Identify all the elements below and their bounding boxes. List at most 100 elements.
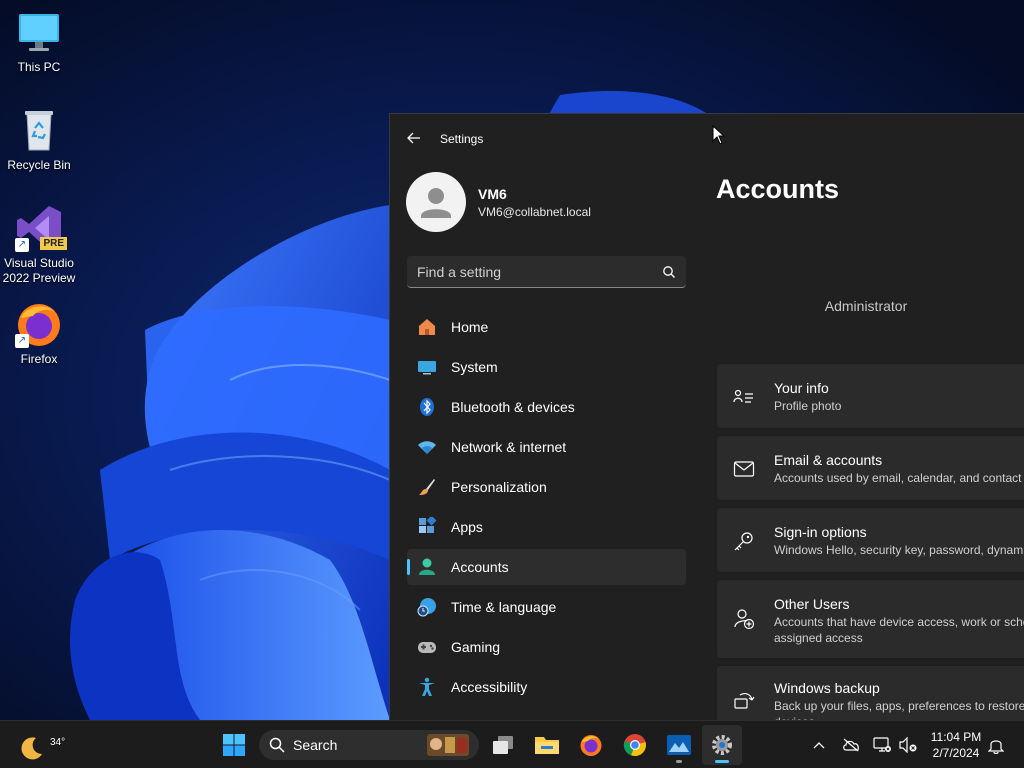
sidebar-item-label: System <box>451 359 498 375</box>
desktop-icon-label: Firefox <box>20 352 58 366</box>
sidebar-item-apps[interactable]: Apps <box>407 509 686 545</box>
recycle-bin-icon <box>15 106 63 154</box>
avatar[interactable] <box>406 172 466 232</box>
your-info-icon <box>733 389 753 403</box>
desktop-icon-label: Visual Studio 2022 Preview <box>2 256 76 285</box>
gear-icon <box>712 735 732 755</box>
desktop-icon-firefox[interactable]: ↗ Firefox <box>1 300 77 367</box>
sidebar-item-bluetooth[interactable]: Bluetooth & devices <box>407 389 686 425</box>
card-subtitle: Accounts that have device access, work o… <box>774 615 1024 645</box>
sidebar-item-personalization[interactable]: Personalization <box>407 469 686 505</box>
gamepad-icon <box>417 637 437 657</box>
accounts-icon <box>417 557 437 577</box>
sidebar-item-time-language[interactable]: Time & language <box>407 589 686 625</box>
sidebar-item-label: Personalization <box>451 479 547 495</box>
firefox-icon: ↗ <box>15 300 63 348</box>
firefox-taskbar-button[interactable] <box>571 725 611 765</box>
card-subtitle: Profile photo <box>774 399 842 413</box>
preview-badge: PRE <box>40 237 67 250</box>
notifications-button[interactable] <box>986 735 1006 755</box>
back-arrow-icon[interactable] <box>406 130 422 146</box>
volume-muted-icon <box>899 737 917 753</box>
wifi-icon <box>417 437 437 457</box>
folder-icon <box>535 737 559 754</box>
search-input[interactable] <box>417 263 662 280</box>
onedrive-tray-icon[interactable] <box>841 735 861 755</box>
add-user-icon <box>734 609 755 630</box>
mouse-cursor-icon <box>712 125 726 145</box>
user-profile[interactable]: VM6 VM6@collabnet.local <box>406 172 686 232</box>
brush-icon <box>417 477 437 497</box>
show-hidden-icons-button[interactable] <box>809 735 829 755</box>
bell-icon <box>988 740 1004 754</box>
system-icon <box>417 357 437 377</box>
volume-tray-icon[interactable] <box>898 735 918 755</box>
sidebar-nav: Home System Bluetooth & devices Network … <box>407 309 686 709</box>
card-title: Your info <box>774 380 829 396</box>
sidebar-item-label: Accessibility <box>451 679 528 695</box>
shortcut-arrow-icon: ↗ <box>15 334 29 348</box>
clock-time: 11:04 PM <box>930 730 982 744</box>
card-title: Other Users <box>774 596 850 612</box>
sidebar-item-label: Gaming <box>451 639 501 655</box>
sidebar-item-network[interactable]: Network & internet <box>407 429 686 465</box>
card-email-accounts[interactable]: Email & accounts Accounts used by email,… <box>716 435 1024 501</box>
task-view-button[interactable] <box>483 725 523 765</box>
search-icon[interactable] <box>662 265 676 279</box>
chevron-up-icon <box>813 742 825 749</box>
weather-widget[interactable]: 34° <box>18 729 65 761</box>
title-bar[interactable]: Settings <box>390 114 1024 164</box>
card-title: Sign-in options <box>774 524 867 540</box>
card-subtitle: Accounts used by email, calendar, and co… <box>774 471 1022 485</box>
photos-taskbar-button[interactable] <box>659 725 699 765</box>
desktop-icon-this-pc[interactable]: This PC <box>1 8 77 75</box>
sidebar-item-accounts[interactable]: Accounts <box>407 549 686 585</box>
sidebar-item-label: Apps <box>451 519 483 535</box>
task-view-icon <box>493 736 513 754</box>
globe-clock-icon <box>417 597 437 617</box>
user-email: VM6@collabnet.local <box>478 205 591 219</box>
apps-icon <box>417 517 437 537</box>
clock-date: 2/7/2024 <box>932 746 980 760</box>
sidebar-item-label: Time & language <box>451 599 557 615</box>
moon-icon <box>21 737 42 760</box>
user-name: VM6 <box>478 186 507 202</box>
sidebar-item-system[interactable]: System <box>407 349 686 385</box>
file-explorer-button[interactable] <box>527 725 567 765</box>
taskbar-search[interactable]: Search <box>259 730 479 760</box>
firefox-icon <box>580 735 602 756</box>
mail-icon <box>733 461 755 477</box>
sidebar-item-home[interactable]: Home <box>407 309 686 345</box>
card-other-users[interactable]: Other Users Accounts that have device ac… <box>716 579 1024 659</box>
card-subtitle: Windows Hello, security key, password, d… <box>774 543 1024 557</box>
network-tray-icon[interactable] <box>872 735 892 755</box>
weather-temperature: 34° <box>50 737 66 748</box>
chrome-taskbar-button[interactable] <box>615 725 655 765</box>
taskbar-clock[interactable]: 11:04 PM 2/7/2024 <box>924 729 988 761</box>
accessibility-icon <box>417 677 437 697</box>
sidebar-item-gaming[interactable]: Gaming <box>407 629 686 665</box>
home-icon <box>417 317 437 337</box>
settings-taskbar-button[interactable] <box>702 725 742 765</box>
sidebar-item-label: Bluetooth & devices <box>451 399 575 415</box>
settings-search-box[interactable] <box>407 256 686 288</box>
card-windows-backup[interactable]: Windows backup Back up your files, apps,… <box>716 665 1024 720</box>
monitor-icon <box>15 8 63 56</box>
app-title: Settings <box>440 132 484 146</box>
desktop-icon-recycle-bin[interactable]: Recycle Bin <box>1 106 77 173</box>
taskbar: 34° Search 11:04 PM 2/7/2024 <box>0 720 1024 768</box>
card-title: Email & accounts <box>774 452 883 468</box>
shortcut-arrow-icon: ↗ <box>15 238 29 252</box>
card-sign-in-options[interactable]: Sign-in options Windows Hello, security … <box>716 507 1024 573</box>
page-title: Accounts <box>716 174 840 204</box>
start-button[interactable] <box>214 725 254 765</box>
sidebar-item-label: Accounts <box>451 559 509 575</box>
desktop-icon-label: Recycle Bin <box>7 158 71 172</box>
card-your-info[interactable]: Your info Profile photo <box>716 363 1024 429</box>
sidebar-item-accessibility[interactable]: Accessibility <box>407 669 686 705</box>
search-highlight-icon <box>427 734 469 756</box>
visual-studio-icon: PRE ↗ <box>15 204 67 252</box>
settings-window: Settings VM6 VM6@collabnet.local Home <box>389 113 1024 720</box>
taskbar-search-label: Search <box>293 737 338 753</box>
desktop-icon-visual-studio[interactable]: PRE ↗ Visual Studio 2022 Preview <box>1 204 77 286</box>
